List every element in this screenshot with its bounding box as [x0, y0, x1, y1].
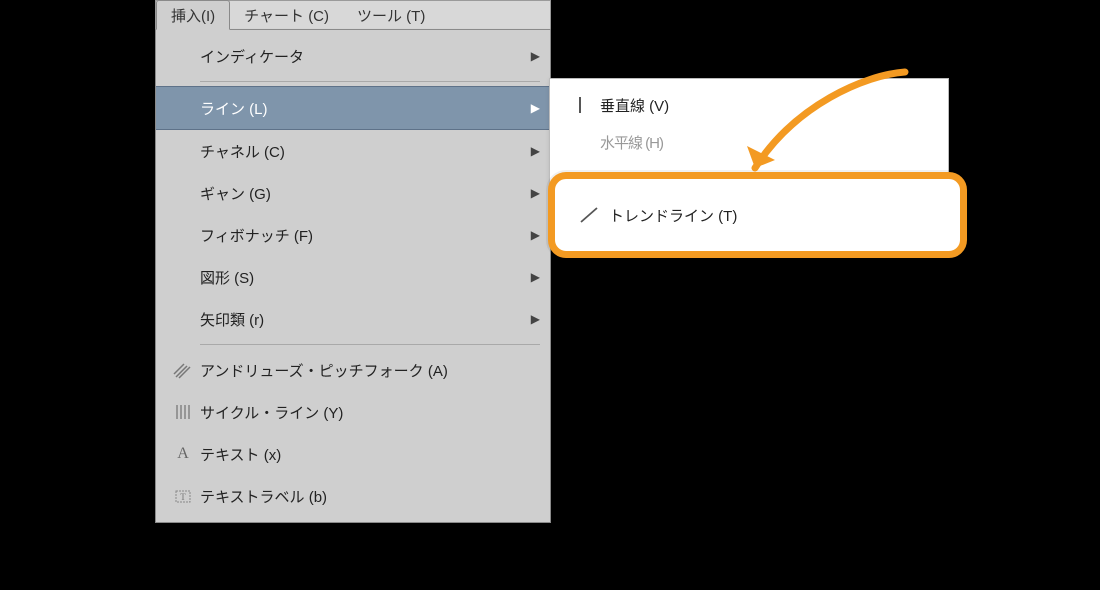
cycle-lines-icon: [166, 402, 200, 422]
highlight-callout: トレンドライン (T): [548, 172, 967, 258]
menu-label: インディケータ: [200, 46, 524, 67]
menu-label: ギャン (G): [200, 183, 524, 204]
submenu-arrow-icon: ▶: [524, 312, 540, 326]
menu-label: 矢印類 (r): [200, 309, 524, 330]
menu-label: テキスト (x): [200, 444, 540, 465]
submenu-arrow-icon: ▶: [524, 270, 540, 284]
menu-label: テキストラベル (b): [200, 486, 540, 507]
submenu-arrow-icon: ▶: [524, 101, 540, 115]
submenu-horizontal-line[interactable]: 水平線 (H): [550, 127, 948, 157]
menu-pitchfork[interactable]: アンドリューズ・ピッチフォーク (A): [156, 349, 550, 391]
menubar-tools[interactable]: ツール (T): [343, 1, 439, 29]
menu-fibonacci[interactable]: フィボナッチ (F) ▶: [156, 214, 550, 256]
menubar-insert[interactable]: 挿入(I): [156, 0, 230, 30]
submenu-label: トレンドライン (T): [609, 205, 946, 226]
text-icon: A: [166, 445, 200, 463]
pitchfork-icon: [166, 360, 200, 380]
menu-cycle[interactable]: サイクル・ライン (Y): [156, 391, 550, 433]
submenu-label: 垂直線 (V): [600, 95, 938, 116]
submenu-trendline-highlighted[interactable]: トレンドライン (T): [555, 179, 960, 251]
insert-dropdown: インディケータ ▶ ライン (L) ▶ チャネル (C) ▶ ギャン (G) ▶…: [155, 29, 551, 523]
menu-text-label[interactable]: T テキストラベル (b): [156, 475, 550, 517]
menu-separator: [200, 81, 540, 82]
menu-separator: [200, 344, 540, 345]
submenu-arrow-icon: ▶: [524, 228, 540, 242]
menu-gann[interactable]: ギャン (G) ▶: [156, 172, 550, 214]
menu-label: サイクル・ライン (Y): [200, 402, 540, 423]
menu-lines[interactable]: ライン (L) ▶: [156, 86, 550, 130]
menu-label: ライン (L): [200, 98, 524, 119]
menu-label: アンドリューズ・ピッチフォーク (A): [200, 360, 540, 381]
menubar: 挿入(I) チャート (C) ツール (T): [155, 0, 551, 29]
svg-text:T: T: [180, 492, 186, 502]
menu-shapes[interactable]: 図形 (S) ▶: [156, 256, 550, 298]
menu-indicators[interactable]: インディケータ ▶: [156, 35, 550, 77]
text-label-icon: T: [166, 486, 200, 506]
menu-arrows[interactable]: 矢印類 (r) ▶: [156, 298, 550, 340]
submenu-vertical-line[interactable]: 垂直線 (V): [550, 83, 948, 127]
submenu-arrow-icon: ▶: [524, 144, 540, 158]
menu-channels[interactable]: チャネル (C) ▶: [156, 130, 550, 172]
menu-label: フィボナッチ (F): [200, 225, 524, 246]
menu-text[interactable]: A テキスト (x): [156, 433, 550, 475]
submenu-arrow-icon: ▶: [524, 186, 540, 200]
submenu-arrow-icon: ▶: [524, 49, 540, 63]
vertical-line-icon: [560, 94, 600, 116]
submenu-label: 水平線 (H): [600, 132, 938, 153]
insert-menu-area: 挿入(I) チャート (C) ツール (T) インディケータ ▶ ライン (L)…: [155, 0, 551, 523]
trendline-icon: [569, 203, 609, 227]
menu-label: 図形 (S): [200, 267, 524, 288]
menu-label: チャネル (C): [200, 141, 524, 162]
menubar-chart[interactable]: チャート (C): [230, 1, 343, 29]
